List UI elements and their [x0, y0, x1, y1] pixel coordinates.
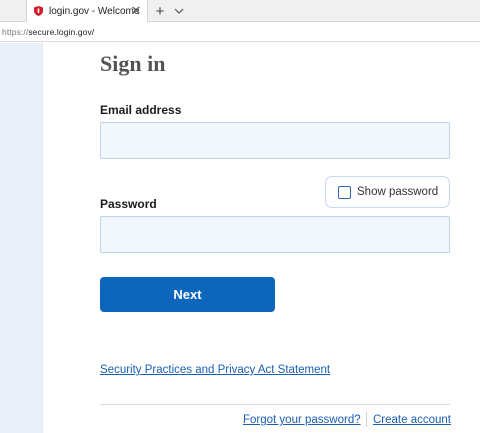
close-icon[interactable]: ✕: [124, 0, 148, 22]
password-label: Password: [100, 197, 157, 211]
address-bar[interactable]: https://secure.login.gov/: [0, 23, 480, 42]
tab-bar: login.gov - Welcome ✕ +: [0, 0, 480, 22]
url-text[interactable]: https://secure.login.gov/: [2, 27, 94, 37]
password-field[interactable]: [100, 216, 450, 253]
link-separator: [366, 412, 367, 427]
forgot-password-link[interactable]: Forgot your password?: [243, 414, 361, 426]
show-password-checkbox[interactable]: [338, 185, 351, 199]
plus-icon[interactable]: +: [150, 0, 170, 22]
email-field[interactable]: [100, 122, 450, 159]
url-host: secure.login.gov/: [28, 27, 95, 37]
divider: [100, 404, 450, 405]
tab-login-gov[interactable]: login.gov - Welcome ✕: [26, 0, 148, 22]
shield-icon: [34, 6, 43, 16]
email-label: Email address: [100, 103, 182, 117]
page-content: Sign in Email address Show password Pass…: [0, 43, 480, 433]
security-practices-link[interactable]: Security Practices and Privacy Act State…: [100, 364, 330, 376]
side-background: [0, 43, 41, 433]
content-edge: [41, 43, 43, 433]
create-account-link[interactable]: Create account: [373, 414, 451, 426]
chevron-down-icon[interactable]: [170, 0, 188, 22]
next-button[interactable]: Next: [100, 277, 275, 312]
url-scheme: https://: [2, 27, 29, 37]
show-password-toggle[interactable]: Show password: [325, 176, 450, 208]
page-title: Sign in: [100, 51, 166, 76]
show-password-label: Show password: [357, 186, 439, 198]
